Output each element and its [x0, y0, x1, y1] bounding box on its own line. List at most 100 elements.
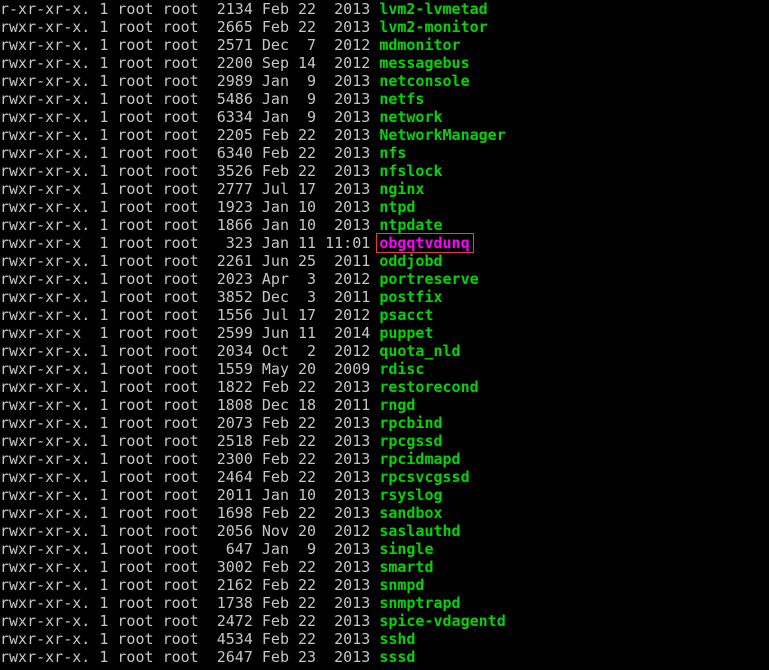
group: root [163, 180, 199, 198]
date: Jan 9 2013 [262, 90, 370, 108]
filename: rpcsvcgssd [379, 468, 469, 486]
listing-row: rwxr-xr-x. 1 root root 2518 Feb 22 2013 … [0, 432, 769, 450]
link-count: 1 [99, 180, 108, 198]
owner: root [117, 288, 153, 306]
permissions: rwxr-xr-x. [0, 216, 90, 234]
listing-row: rwxr-xr-x. 1 root root 1923 Jan 10 2013 … [0, 198, 769, 216]
owner: root [117, 216, 153, 234]
owner: root [117, 72, 153, 90]
link-count: 1 [99, 396, 108, 414]
date: Jan 10 2013 [262, 486, 370, 504]
listing-row: rwxr-xr-x. 1 root root 2464 Feb 22 2013 … [0, 468, 769, 486]
permissions: rwxr-xr-x. [0, 630, 90, 648]
link-count: 1 [99, 522, 108, 540]
date: Jan 10 2013 [262, 198, 370, 216]
filename: snmptrapd [379, 594, 460, 612]
group: root [163, 252, 199, 270]
size: 1808 [208, 396, 253, 414]
size: 1556 [208, 306, 253, 324]
size: 323 [208, 234, 253, 252]
group: root [163, 558, 199, 576]
date: Jun 25 2011 [262, 252, 370, 270]
owner: root [117, 36, 153, 54]
filename: rsyslog [379, 486, 442, 504]
permissions: rwxr-xr-x. [0, 144, 90, 162]
owner: root [117, 540, 153, 558]
owner: root [117, 450, 153, 468]
filename: NetworkManager [379, 126, 505, 144]
link-count: 1 [99, 504, 108, 522]
date: Feb 22 2013 [262, 612, 370, 630]
size: 6334 [208, 108, 253, 126]
date: Feb 22 2013 [262, 126, 370, 144]
link-count: 1 [99, 126, 108, 144]
group: root [163, 108, 199, 126]
listing-row: rwxr-xr-x. 1 root root 2034 Oct 2 2012 q… [0, 342, 769, 360]
size: 647 [208, 540, 253, 558]
owner: root [117, 108, 153, 126]
group: root [163, 360, 199, 378]
date: Feb 22 2013 [262, 378, 370, 396]
group: root [163, 576, 199, 594]
listing-row: rwxr-xr-x. 1 root root 2300 Feb 22 2013 … [0, 450, 769, 468]
filename: rdisc [379, 360, 424, 378]
listing-row: rwxr-xr-x 1 root root 2599 Jun 11 2014 p… [0, 324, 769, 342]
size: 2665 [208, 18, 253, 36]
date: Feb 22 2013 [262, 450, 370, 468]
link-count: 1 [99, 558, 108, 576]
filename: oddjobd [379, 252, 442, 270]
owner: root [117, 324, 153, 342]
group: root [163, 414, 199, 432]
size: 2647 [208, 648, 253, 666]
filename: rpcgssd [379, 432, 442, 450]
filename: nfs [379, 144, 406, 162]
size: 2056 [208, 522, 253, 540]
link-count: 1 [99, 36, 108, 54]
link-count: 1 [99, 648, 108, 666]
filename: lvm2-monitor [379, 18, 487, 36]
owner: root [117, 648, 153, 666]
date: Apr 3 2012 [262, 270, 370, 288]
group: root [163, 396, 199, 414]
link-count: 1 [99, 252, 108, 270]
permissions: rwxr-xr-x [0, 324, 90, 342]
link-count: 1 [99, 414, 108, 432]
date: Feb 22 2013 [262, 594, 370, 612]
date: Jul 17 2012 [262, 306, 370, 324]
owner: root [117, 180, 153, 198]
group: root [163, 450, 199, 468]
owner: root [117, 54, 153, 72]
permissions: rwxr-xr-x. [0, 72, 90, 90]
listing-row: rwxr-xr-x. 1 root root 3526 Feb 22 2013 … [0, 162, 769, 180]
group: root [163, 54, 199, 72]
link-count: 1 [99, 378, 108, 396]
link-count: 1 [99, 234, 108, 252]
listing-row: rwxr-xr-x. 1 root root 4534 Feb 22 2013 … [0, 630, 769, 648]
permissions: rwxr-xr-x. [0, 486, 90, 504]
size: 2034 [208, 342, 253, 360]
owner: root [117, 612, 153, 630]
filename: quota_nld [379, 342, 460, 360]
link-count: 1 [99, 0, 108, 18]
permissions: rwxr-xr-x. [0, 540, 90, 558]
filename: restorecond [379, 378, 478, 396]
link-count: 1 [99, 576, 108, 594]
group: root [163, 198, 199, 216]
date: Oct 2 2012 [262, 342, 370, 360]
link-count: 1 [99, 594, 108, 612]
owner: root [117, 396, 153, 414]
listing-row: rwxr-xr-x. 1 root root 2472 Feb 22 2013 … [0, 612, 769, 630]
date: Jan 9 2013 [262, 540, 370, 558]
size: 2073 [208, 414, 253, 432]
date: Feb 22 2013 [262, 468, 370, 486]
size: 3002 [208, 558, 253, 576]
date: Jan 9 2013 [262, 72, 370, 90]
link-count: 1 [99, 630, 108, 648]
size: 2023 [208, 270, 253, 288]
date: Jun 11 2014 [262, 324, 370, 342]
listing-row: rwxr-xr-x. 1 root root 2023 Apr 3 2012 p… [0, 270, 769, 288]
size: 2162 [208, 576, 253, 594]
date: Jan 9 2013 [262, 108, 370, 126]
listing-row: rwxr-xr-x. 1 root root 2056 Nov 20 2012 … [0, 522, 769, 540]
link-count: 1 [99, 216, 108, 234]
